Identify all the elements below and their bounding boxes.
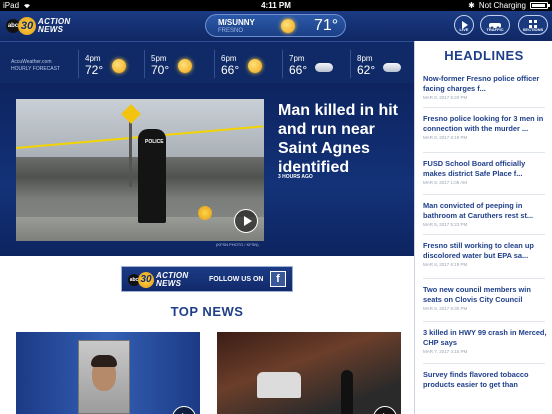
live-label: LIVE — [459, 27, 469, 32]
headline-item[interactable]: Fresno police looking for 3 men in conne… — [423, 114, 547, 140]
forecast-time: 5pm — [151, 54, 167, 63]
mugshot-photo — [78, 340, 130, 414]
forecast-temp: 66° — [221, 63, 240, 77]
headline-text: Fresno still working to clean up discolo… — [423, 241, 534, 260]
car-photo — [257, 372, 301, 398]
follow-us-text: FOLLOW US ON — [209, 276, 264, 283]
traffic-label: TRAFFIC — [486, 27, 504, 32]
facebook-icon: f — [270, 271, 286, 287]
traffic-button[interactable] — [480, 15, 510, 35]
forecast-time: 6pm — [221, 54, 237, 63]
action-news-wordmark: ACTION NEWS — [38, 18, 70, 34]
headline-item[interactable]: Man convicted of peeping in bathroom at … — [423, 201, 547, 227]
banner-logo: abc 30 ACTION NEWS — [128, 270, 188, 290]
headline-text: Now-former Fresno police officer facing … — [423, 74, 540, 93]
weather-city: FRESNO — [218, 28, 244, 34]
forecast-time: 4pm — [85, 54, 101, 63]
headline-item[interactable]: Survey finds flavored tobacco products e… — [423, 370, 547, 391]
top-news-card[interactable] — [217, 332, 401, 414]
headline-date: MAR 8, 2017 5:20 PM — [423, 95, 468, 100]
headline-date: MAR 8, 2017 1:08 AM — [423, 180, 468, 185]
headline-text: Two new council members win seats on Clo… — [423, 285, 531, 304]
forecast-hour: 4pm 72° — [78, 50, 140, 78]
featured-story-photo[interactable]: POLICE — [16, 99, 264, 241]
headline-date: MAR 8, 2017 6:19 PM — [423, 262, 468, 267]
forecast-temp: 70° — [151, 63, 170, 77]
headline-text: 3 killed in HWY 99 crash in Merced, CHP … — [423, 328, 547, 347]
forecast-credit-source: AccuWeather.com — [11, 59, 52, 65]
featured-story-time: 3 HOURS AGO — [278, 174, 313, 180]
forecast-hour: 7pm 66° — [282, 50, 344, 78]
headline-date: MAR 7, 2017 4:15 PM — [423, 349, 468, 354]
play-video-button[interactable] — [373, 406, 397, 414]
forecast-hour: 6pm 66° — [214, 50, 276, 78]
live-button[interactable] — [454, 15, 474, 35]
channel-30-logo-icon: 30 — [18, 17, 36, 35]
sun-icon — [175, 56, 195, 74]
featured-story[interactable]: POLICE (KFSN PHOTO / KFSN) Man killed in… — [0, 83, 414, 256]
wordmark-line-2: NEWS — [38, 25, 64, 34]
top-news-card[interactable] — [16, 332, 200, 414]
weather-temperature: 71° — [314, 17, 339, 34]
status-right: ✱ Not Charging — [468, 0, 550, 11]
cloud-icon — [313, 56, 333, 74]
status-bar: iPad 4:11 PM ✱ Not Charging — [0, 0, 552, 11]
forecast-temp: 66° — [289, 63, 308, 77]
play-video-button[interactable] — [172, 406, 196, 414]
sections-label: SECTIONS — [522, 27, 544, 32]
police-label: POLICE — [145, 139, 164, 145]
headline-text: Man convicted of peeping in bathroom at … — [423, 201, 534, 220]
headlines-sidebar[interactable]: HEADLINES Now-former Fresno police offic… — [414, 41, 552, 414]
forecast-credit: AccuWeather.com HOURLY FORECAST — [11, 59, 60, 73]
forecast-temp: 72° — [85, 63, 104, 77]
top-news-heading: TOP NEWS — [170, 304, 244, 319]
headline-item[interactable]: Now-former Fresno police officer facing … — [423, 74, 547, 100]
channel-30-logo-icon: 30 — [138, 272, 154, 288]
headline-item[interactable]: Two new council members win seats on Clo… — [423, 285, 547, 311]
wordmark-line-2: NEWS — [156, 279, 182, 288]
headline-date: MAR 8, 2017 5:23 PM — [423, 222, 468, 227]
facebook-follow-banner[interactable]: abc 30 ACTION NEWS FOLLOW US ON f — [121, 266, 293, 292]
station-watermark-icon — [192, 205, 218, 221]
station-logo[interactable]: abc 30 ACTION NEWS — [6, 16, 70, 36]
play-video-button[interactable] — [234, 209, 258, 233]
headline-item[interactable]: Fresno still working to clean up discolo… — [423, 241, 547, 267]
headline-date: MAR 8, 2017 6:30 PM — [423, 306, 468, 311]
bluetooth-icon: ✱ — [468, 1, 475, 10]
battery-icon — [530, 2, 550, 9]
sun-icon — [109, 56, 129, 74]
forecast-time: 7pm — [289, 54, 305, 63]
forecast-credit-label: HOURLY FORECAST — [11, 66, 60, 72]
forecast-temp: 62° — [357, 63, 376, 77]
person-photo — [341, 370, 353, 414]
hourly-forecast-strip[interactable]: AccuWeather.com HOURLY FORECAST 4pm 72° … — [0, 41, 414, 83]
forecast-time: 8pm — [357, 54, 373, 63]
headline-text: Fresno police looking for 3 men in conne… — [423, 114, 544, 133]
headline-item[interactable]: FUSD School Board officially makes distr… — [423, 159, 547, 185]
photo-credit: (KFSN PHOTO / KFSN) — [216, 242, 259, 247]
headline-date: MAR 8, 2017 6:19 PM — [423, 135, 468, 140]
headlines-heading: HEADLINES — [444, 48, 524, 63]
charging-status: Not Charging — [478, 1, 526, 10]
forecast-hour: 5pm 70° — [144, 50, 206, 78]
main-content-lower: abc 30 ACTION NEWS FOLLOW US ON f TOP NE… — [0, 256, 414, 414]
forecast-hour: 8pm 62° — [350, 50, 412, 78]
sun-icon — [278, 16, 298, 36]
sun-icon — [245, 56, 265, 74]
action-news-wordmark: ACTION NEWS — [156, 272, 188, 288]
headline-text: FUSD School Board officially makes distr… — [423, 159, 526, 178]
headline-item[interactable]: 3 killed in HWY 99 crash in Merced, CHP … — [423, 328, 547, 354]
sections-button[interactable] — [518, 15, 548, 35]
headline-text: Survey finds flavored tobacco products e… — [423, 370, 529, 389]
featured-story-title[interactable]: Man killed in hit and run near Saint Agn… — [278, 101, 406, 177]
weather-condition: M/SUNNY — [218, 18, 255, 27]
current-weather-widget[interactable]: M/SUNNY FRESNO 71° — [205, 14, 346, 37]
cloud-icon — [381, 56, 401, 74]
